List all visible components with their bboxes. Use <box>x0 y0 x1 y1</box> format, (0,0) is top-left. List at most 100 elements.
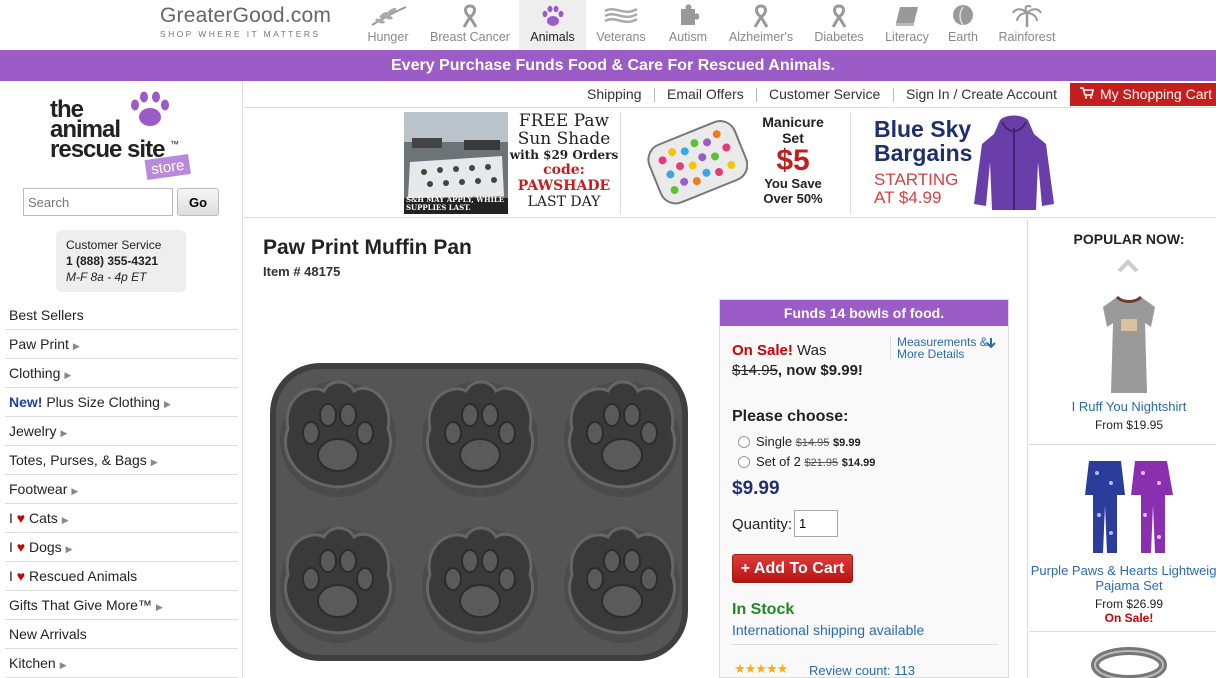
item-number: Item # 48175 <box>263 264 341 279</box>
search-input[interactable] <box>23 188 173 216</box>
popular-title: POPULAR NOW: <box>1073 231 1185 247</box>
tab-autism[interactable]: Autism <box>663 0 713 50</box>
category-dogs[interactable]: I ♥ Dogs ▶ <box>5 533 238 562</box>
customer-service-link[interactable]: Customer Service <box>769 86 880 102</box>
arrow-down-icon <box>986 338 996 350</box>
triangle-right-icon: ▶ <box>150 457 158 467</box>
quantity-input[interactable] <box>794 510 838 537</box>
customer-service-title: Customer Service <box>66 238 162 252</box>
tab-alzheimers[interactable]: Alzheimer's <box>724 0 798 50</box>
triangle-right-icon: ▶ <box>71 486 79 496</box>
leaf-icon <box>953 5 973 26</box>
chevron-up-icon[interactable] <box>1117 259 1139 276</box>
popular-item-pajama-set[interactable]: Purple Paws & Hearts Lightweight Pajama … <box>1029 455 1216 625</box>
category-best-sellers[interactable]: Best Sellers <box>5 301 238 330</box>
radio-button[interactable] <box>738 436 750 448</box>
palm-icon <box>1012 4 1042 27</box>
divider <box>756 88 757 102</box>
mission-banner: Every Purchase Funds Food & Care For Res… <box>0 50 1216 81</box>
search-go-button[interactable]: Go <box>177 188 219 216</box>
tab-veterans[interactable]: Veterans <box>592 0 650 50</box>
book-icon <box>896 7 918 26</box>
add-to-cart-button[interactable]: + Add To Cart <box>732 554 853 583</box>
option-set-of-2[interactable]: Set of 2 $21.95 $14.99 <box>738 454 875 469</box>
heart-icon: ♥ <box>16 568 26 584</box>
category-plus-size-clothing[interactable]: New! Plus Size Clothing ▶ <box>5 388 238 417</box>
heart-icon: ♥ <box>16 539 26 555</box>
category-rescued-animals[interactable]: I ♥ Rescued Animals <box>5 562 238 591</box>
original-price: $14.95 <box>732 362 778 379</box>
international-shipping-link[interactable]: International shipping available <box>732 622 924 638</box>
brand-name: GreaterGood.com <box>160 4 332 27</box>
purple-jacket-image <box>974 115 1054 210</box>
measurements-link[interactable]: Measurements & More Details <box>890 336 1000 360</box>
pajama-set-image <box>1085 461 1173 553</box>
logo-line3: rescue site <box>50 136 165 163</box>
tab-breast-cancer[interactable]: Breast Cancer <box>424 0 516 50</box>
category-clothing[interactable]: Clothing ▶ <box>5 359 238 388</box>
divider <box>850 112 851 214</box>
review-count-link[interactable]: Review count: 113 <box>809 663 915 678</box>
star-rating-icon: ★★★★★ <box>734 661 788 676</box>
current-price: $9.99 <box>732 478 780 499</box>
promo-sunshade[interactable]: S&H MAY APPLY, WHILE SUPPLIES LAST. FREE… <box>404 112 620 214</box>
ribbon-icon <box>831 4 847 28</box>
blue-sky-text: Blue Sky Bargains STARTING AT $4.99 <box>874 116 973 207</box>
popular-item-nightshirt[interactable]: I Ruff You Nightshirt From $19.95 <box>1029 293 1216 432</box>
promo-blue-sky[interactable]: Blue Sky Bargains STARTING AT $4.99 <box>874 112 1064 214</box>
ribbon-icon <box>753 4 769 28</box>
brand-tagline: SHOP WHERE IT MATTERS <box>160 29 321 39</box>
product-image[interactable] <box>266 359 692 664</box>
category-cats[interactable]: I ♥ Cats ▶ <box>5 504 238 533</box>
customer-service-box: Customer Service 1 (888) 355-4321 M-F 8a… <box>56 230 186 292</box>
category-kitchen[interactable]: Kitchen ▶ <box>5 649 238 678</box>
tab-hunger[interactable]: Hunger <box>360 0 416 50</box>
tab-animals[interactable]: Animals <box>519 0 586 50</box>
shipping-link[interactable]: Shipping <box>587 86 642 102</box>
category-footwear[interactable]: Footwear ▶ <box>5 475 238 504</box>
muffin-pan-image <box>270 363 688 661</box>
promo-manicure[interactable]: Manicure Set $5 You Save Over 50% <box>644 112 834 214</box>
tab-rainforest[interactable]: Rainforest <box>994 0 1060 50</box>
customer-service-hours: M-F 8a - 4p ET <box>66 270 147 284</box>
choose-label: Please choose: <box>732 408 849 425</box>
ring-image <box>1091 647 1167 678</box>
animal-rescue-site-logo[interactable]: the animal rescue site ™ store <box>50 89 200 185</box>
tab-literacy[interactable]: Literacy <box>880 0 934 50</box>
divider <box>893 88 894 102</box>
category-totes[interactable]: Totes, Purses, & Bags ▶ <box>5 446 238 475</box>
ribbon-icon <box>462 4 478 28</box>
quantity-label: Quantity: <box>732 516 793 533</box>
category-gifts[interactable]: Gifts That Give More™ ▶ <box>5 591 238 620</box>
triangle-right-icon: ▶ <box>163 399 171 409</box>
greatergood-logo[interactable]: GreaterGood.com SHOP WHERE IT MATTERS <box>160 4 342 39</box>
paw-icon <box>542 5 563 26</box>
sign-in-link[interactable]: Sign In / Create Account <box>906 86 1057 102</box>
tab-earth[interactable]: Earth <box>943 0 983 50</box>
category-jewelry[interactable]: Jewelry ▶ <box>5 417 238 446</box>
category-new-arrivals[interactable]: New Arrivals <box>5 620 238 649</box>
divider <box>1029 631 1216 632</box>
category-paw-print[interactable]: Paw Print ▶ <box>5 330 238 359</box>
stock-status: In Stock <box>732 601 795 618</box>
sunshade-text: FREE Paw Sun Shade with $29 Orders code:… <box>509 111 619 210</box>
divider <box>1029 444 1216 445</box>
logo-paw-icon <box>131 91 169 126</box>
product-title: Paw Print Muffin Pan <box>263 236 472 259</box>
triangle-right-icon: ▶ <box>60 428 68 438</box>
new-badge: New! <box>9 394 43 410</box>
funds-banner: Funds 14 bowls of food. <box>720 300 1008 326</box>
triangle-right-icon: ▶ <box>155 602 163 612</box>
option-single[interactable]: Single $14.95 $9.99 <box>738 434 861 449</box>
manicure-set-image <box>647 120 748 205</box>
divider <box>654 88 655 102</box>
on-sale-label: On Sale! <box>732 342 793 359</box>
tab-diabetes[interactable]: Diabetes <box>809 0 869 50</box>
radio-button[interactable] <box>738 456 750 468</box>
popular-item-ring[interactable] <box>1029 643 1216 678</box>
popular-now: POPULAR NOW: I Ruff You Nightshirt From … <box>1029 219 1216 678</box>
customer-service-phone[interactable]: 1 (888) 355-4321 <box>66 253 176 269</box>
shopping-cart-button[interactable]: My Shopping Cart <box>1070 83 1216 106</box>
email-offers-link[interactable]: Email Offers <box>667 86 744 102</box>
utility-nav: Shipping Email Offers Customer Service S… <box>244 81 1216 108</box>
